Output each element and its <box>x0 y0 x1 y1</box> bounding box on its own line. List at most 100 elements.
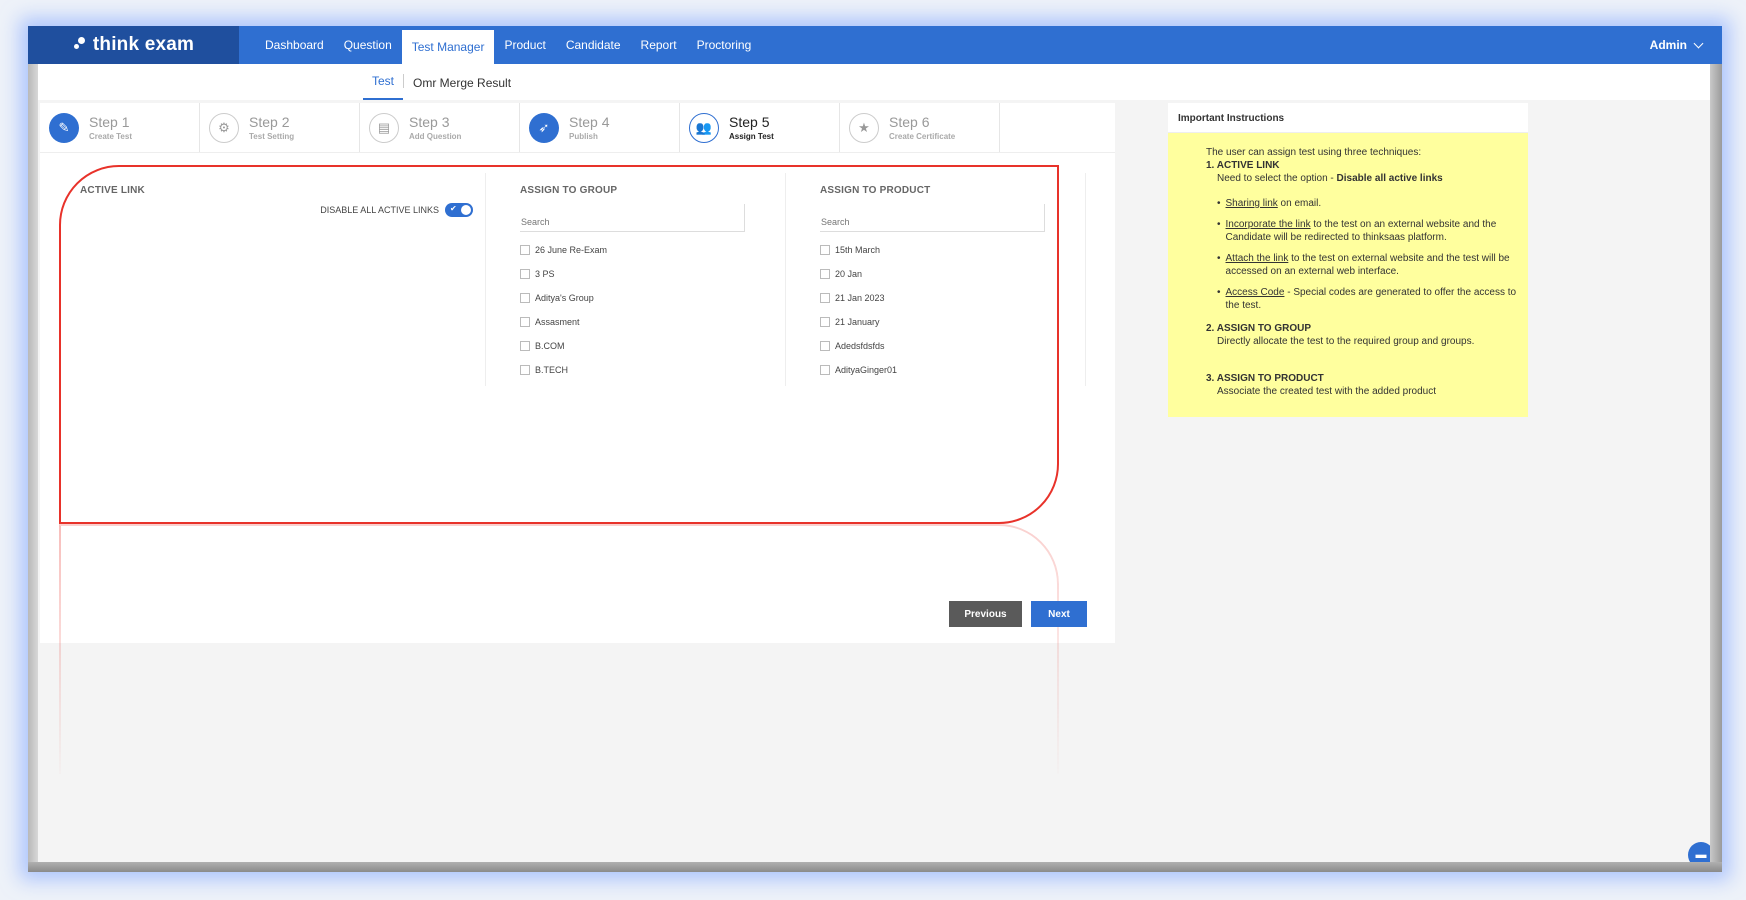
star-icon: ★ <box>849 112 879 143</box>
list-item-label: 26 June Re-Exam <box>535 245 608 255</box>
logo[interactable]: think exam <box>28 26 239 64</box>
top-navbar: think exam Dashboard Question Test Manager… <box>28 26 1722 64</box>
incorporate-link[interactable]: Incorporate the link <box>1226 219 1311 230</box>
checkbox[interactable] <box>820 365 830 375</box>
nav-item-question[interactable]: Question <box>334 26 402 64</box>
nav-item-test-manager[interactable]: Test Manager <box>401 30 495 64</box>
step-subtitle: Test Setting <box>249 132 295 141</box>
frame-edge-left <box>28 64 38 872</box>
list-item-label: B.COM <box>535 341 565 351</box>
list-item[interactable]: B.TECH <box>520 358 785 382</box>
next-button[interactable]: Next <box>1031 601 1087 627</box>
step-6[interactable]: ★ Step 6 Create Certificate <box>840 103 1000 152</box>
step-title: Step 3 <box>409 114 450 130</box>
gear-icon: ⚙ <box>209 112 239 143</box>
step-1[interactable]: ✎ Step 1 Create Test <box>40 103 200 152</box>
list-item[interactable]: Aditya's Group <box>520 286 785 310</box>
tab-omr-merge-result[interactable]: Omr Merge Result <box>404 76 520 100</box>
list-item[interactable]: B.COM <box>520 334 785 358</box>
step-5[interactable]: 👥 Step 5 Assign Test <box>680 103 840 152</box>
bullet-item: • Attach the link to the test on external… <box>1217 253 1510 277</box>
step-4[interactable]: ➶ Step 4 Publish <box>520 103 680 152</box>
chevron-down-icon <box>1693 38 1704 48</box>
nav-item-candidate[interactable]: Candidate <box>556 26 631 64</box>
nav-item-dashboard[interactable]: Dashboard <box>255 26 334 64</box>
list-item[interactable]: 15th March <box>820 238 1085 262</box>
checkbox[interactable] <box>520 293 530 303</box>
tab-test[interactable]: Test <box>363 74 404 100</box>
document-icon: ▤ <box>369 112 399 143</box>
section-assign-product: 3. ASSIGN TO PRODUCT Associate the creat… <box>1206 372 1528 398</box>
list-item-label: 21 January <box>835 317 880 327</box>
group-search-input[interactable] <box>520 204 745 232</box>
bullet-item: • Sharing link on email. <box>1217 198 1322 209</box>
section-active-link: 1. ACTIVE LINK Need to select the option… <box>1206 159 1528 312</box>
list-item[interactable]: Assasment <box>520 310 785 334</box>
instructions-heading: Important Instructions <box>1168 103 1528 133</box>
previous-button[interactable]: Previous <box>949 601 1022 627</box>
list-item-label: Aditya's Group <box>535 293 594 303</box>
main-panel: ✎ Step 1 Create Test ⚙ Step 2 Test Setting ▤ St… <box>40 103 1115 643</box>
step-text: Step 1 Create Test <box>89 114 132 141</box>
active-link-section: ACTIVE LINK DISABLE ALL ACTIVE LINKS ✔ <box>40 173 486 386</box>
instructions-body: The user can assign test using three tec… <box>1168 133 1528 417</box>
attach-link[interactable]: Attach the link <box>1226 253 1289 264</box>
checkbox[interactable] <box>820 341 830 351</box>
checkbox[interactable] <box>520 341 530 351</box>
group-list: 26 June Re-Exam 3 PS Aditya's Group Assasme… <box>520 238 785 388</box>
checkbox[interactable] <box>520 245 530 255</box>
section-3-desc: Associate the created test with the adde… <box>1217 386 1437 397</box>
nav-item-proctoring[interactable]: Proctoring <box>687 26 762 64</box>
checkbox[interactable] <box>820 293 830 303</box>
step-subtitle: Create Certificate <box>889 132 956 141</box>
list-item[interactable]: 26 June Re-Exam <box>520 238 785 262</box>
frame-edge-right <box>1710 64 1722 872</box>
sharing-link[interactable]: Sharing link <box>1226 198 1278 209</box>
list-item-label: Assasment <box>535 317 580 327</box>
bullet-item: • Access Code - Special codes are generat… <box>1217 287 1517 311</box>
disable-links-row: DISABLE ALL ACTIVE LINKS ✔ <box>320 203 473 217</box>
list-item[interactable]: 21 January <box>820 310 1085 334</box>
stepper: ✎ Step 1 Create Test ⚙ Step 2 Test Setting ▤ St… <box>40 103 1115 153</box>
step-text: Step 2 Test Setting <box>249 114 294 141</box>
admin-menu[interactable]: Admin <box>1650 38 1704 52</box>
nav-item-product[interactable]: Product <box>494 26 555 64</box>
disable-links-toggle[interactable]: ✔ <box>445 203 473 217</box>
pencil-icon: ✎ <box>49 112 79 143</box>
product-list: 15th March 20 Jan 21 Jan 2023 21 January Ade… <box>820 238 1085 388</box>
checkbox[interactable] <box>820 269 830 279</box>
step-2[interactable]: ⚙ Step 2 Test Setting <box>200 103 360 152</box>
access-code-link[interactable]: Access Code <box>1226 287 1285 298</box>
list-item[interactable]: 20 Jan <box>820 262 1085 286</box>
logo-icon <box>73 37 87 53</box>
toggle-knob <box>461 205 471 215</box>
step-text: Step 4 Publish <box>569 114 609 141</box>
list-item[interactable]: 21 Jan 2023 <box>820 286 1085 310</box>
checkbox[interactable] <box>820 317 830 327</box>
logo-text: think exam <box>92 34 195 55</box>
step-text: Step 5 Assign Test <box>729 114 774 141</box>
section-1-title: 1. ACTIVE LINK <box>1206 160 1280 171</box>
step-title: Step 2 <box>249 114 290 130</box>
list-item[interactable]: Adedsfdsfds <box>820 334 1085 358</box>
list-item[interactable]: 3 PS <box>520 262 785 286</box>
active-link-title: ACTIVE LINK <box>80 185 145 196</box>
step-subtitle: Create Test <box>89 132 132 141</box>
checkbox[interactable] <box>520 269 530 279</box>
nav-item-report[interactable]: Report <box>631 26 687 64</box>
checkbox[interactable] <box>520 365 530 375</box>
assign-group-title: ASSIGN TO GROUP <box>520 185 618 196</box>
checkbox[interactable] <box>820 245 830 255</box>
assign-product-title: ASSIGN TO PRODUCT <box>820 185 931 196</box>
assign-columns: ACTIVE LINK DISABLE ALL ACTIVE LINKS ✔ A… <box>40 173 1087 386</box>
product-search-input[interactable] <box>820 204 1045 232</box>
list-item[interactable]: AdityaGinger01 <box>820 358 1085 382</box>
bullet-item: • Incorporate the link to the test on an … <box>1217 219 1497 243</box>
list-item-label: AdityaGinger01 <box>835 365 898 375</box>
step-subtitle: Add Question <box>409 132 462 141</box>
step-3[interactable]: ▤ Step 3 Add Question <box>360 103 520 152</box>
step-text: Step 3 Add Question <box>409 114 461 141</box>
app-window: think exam Dashboard Question Test Manager… <box>28 26 1722 872</box>
list-item-label: Adedsfdsfds <box>835 341 885 351</box>
checkbox[interactable] <box>520 317 530 327</box>
